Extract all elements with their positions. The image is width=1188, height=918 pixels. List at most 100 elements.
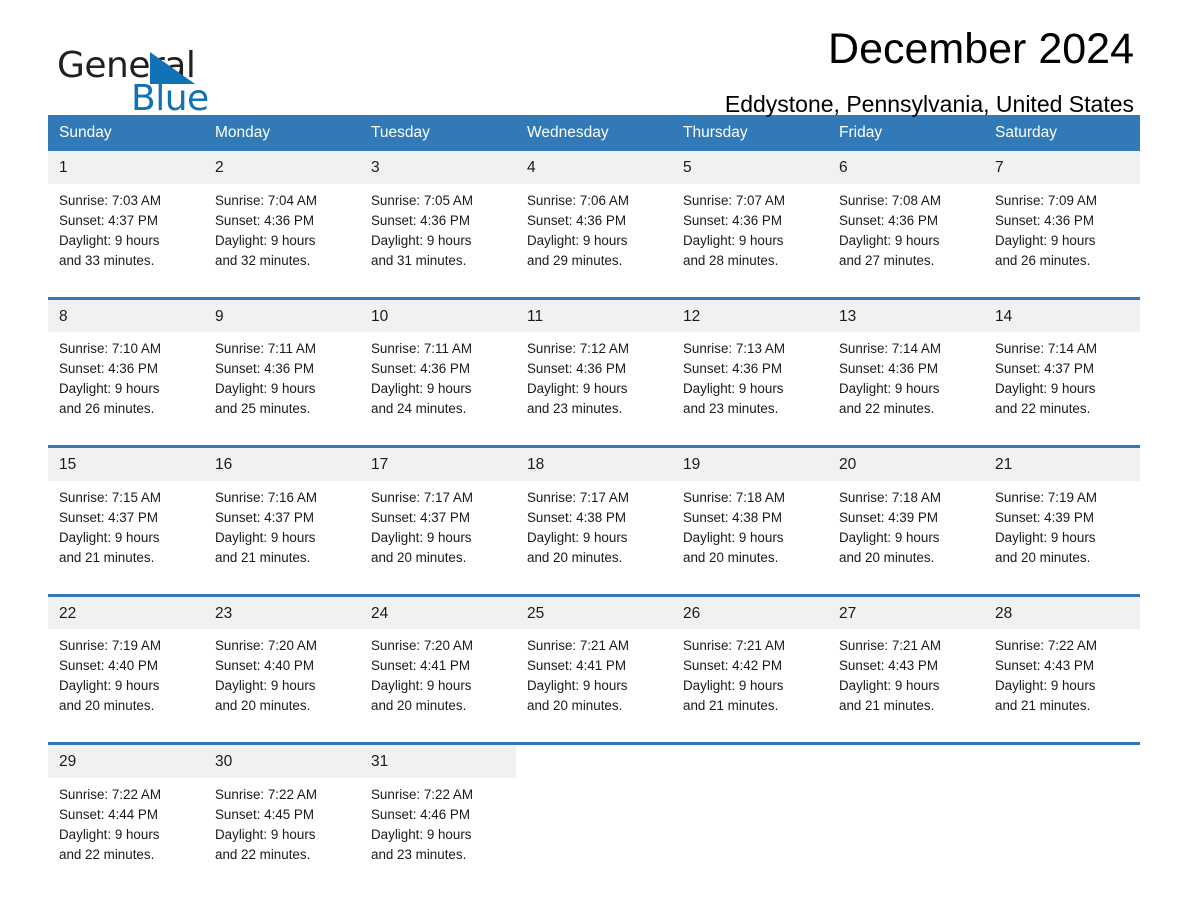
- calendar-week-row: 1 Sunrise: 7:03 AM Sunset: 4:37 PM Daylight…: [48, 151, 1140, 279]
- day-cell[interactable]: 12 Sunrise: 7:13 AM Sunset: 4:36 PM Dayligh…: [672, 299, 828, 427]
- day-sunset-text: Sunset: 4:45 PM: [215, 806, 314, 822]
- day-number: 4: [516, 151, 672, 184]
- day-daylight-line2-text: and 20 minutes.: [995, 549, 1091, 565]
- day-daylight-line2-text: and 20 minutes.: [215, 698, 311, 713]
- day-sunset-text: Sunset: 4:40 PM: [215, 658, 314, 673]
- day-cell[interactable]: 11 Sunrise: 7:12 AM Sunset: 4:36 PM Dayligh…: [516, 299, 672, 427]
- day-sun-info: Sunrise: 7:15 AM Sunset: 4:37 PM Daylight:…: [48, 481, 204, 576]
- week-spacer: [48, 575, 1140, 594]
- day-daylight-line2-text: and 32 minutes.: [215, 252, 311, 268]
- day-number: 30: [204, 745, 360, 778]
- day-cell[interactable]: 29 Sunrise: 7:22 AM Sunset: 4:44 PM Dayligh…: [48, 745, 204, 873]
- day-sun-info: Sunrise: 7:12 AM Sunset: 4:36 PM Daylight:…: [516, 332, 672, 427]
- day-daylight-line1-text: Daylight: 9 hours: [371, 381, 472, 396]
- day-daylight-line2-text: and 21 minutes.: [683, 698, 779, 713]
- day-sun-info: Sunrise: 7:18 AM Sunset: 4:38 PM Daylight:…: [672, 481, 828, 576]
- day-cell[interactable]: 30 Sunrise: 7:22 AM Sunset: 4:45 PM Dayligh…: [204, 745, 360, 873]
- day-cell[interactable]: 27 Sunrise: 7:21 AM Sunset: 4:43 PM Dayligh…: [828, 596, 984, 724]
- day-number: 8: [48, 299, 204, 332]
- day-daylight-line2-text: and 20 minutes.: [371, 698, 467, 713]
- day-cell[interactable]: 17 Sunrise: 7:17 AM Sunset: 4:37 PM Dayligh…: [360, 448, 516, 576]
- day-daylight-line1-text: Daylight: 9 hours: [527, 381, 628, 396]
- day-number: 13: [828, 299, 984, 332]
- weekday-header-wednesday: Wednesday: [527, 124, 609, 141]
- day-cell[interactable]: 16 Sunrise: 7:16 AM Sunset: 4:37 PM Dayligh…: [204, 448, 360, 576]
- day-sun-info: Sunrise: 7:04 AM Sunset: 4:36 PM Daylight:…: [204, 184, 360, 279]
- day-sunrise-text: Sunrise: 7:07 AM: [683, 192, 785, 208]
- day-sunrise-text: Sunrise: 7:11 AM: [371, 341, 472, 356]
- day-cell[interactable]: 28 Sunrise: 7:22 AM Sunset: 4:43 PM Dayligh…: [984, 596, 1140, 724]
- day-cell[interactable]: 1 Sunrise: 7:03 AM Sunset: 4:37 PM Daylight…: [48, 151, 204, 279]
- day-sunrise-text: Sunrise: 7:06 AM: [527, 192, 629, 208]
- day-sunrise-text: Sunrise: 7:17 AM: [371, 489, 473, 505]
- day-daylight-line1-text: Daylight: 9 hours: [371, 529, 472, 545]
- day-daylight-line2-text: and 22 minutes.: [59, 846, 155, 862]
- weekday-header-monday: Monday: [215, 124, 271, 141]
- day-cell[interactable]: 26 Sunrise: 7:21 AM Sunset: 4:42 PM Dayligh…: [672, 596, 828, 724]
- day-cell[interactable]: 21 Sunrise: 7:19 AM Sunset: 4:39 PM Dayligh…: [984, 448, 1140, 576]
- day-sunrise-text: Sunrise: 7:22 AM: [59, 786, 161, 802]
- day-number: 24: [360, 596, 516, 629]
- day-sun-info: Sunrise: 7:03 AM Sunset: 4:37 PM Daylight:…: [48, 184, 204, 279]
- day-daylight-line2-text: and 20 minutes.: [839, 549, 935, 565]
- day-sunset-text: Sunset: 4:38 PM: [527, 509, 626, 525]
- day-cell[interactable]: 5 Sunrise: 7:07 AM Sunset: 4:36 PM Daylight…: [672, 151, 828, 279]
- day-cell[interactable]: 22 Sunrise: 7:19 AM Sunset: 4:40 PM Dayligh…: [48, 596, 204, 724]
- day-sunrise-text: Sunrise: 7:20 AM: [371, 638, 473, 653]
- day-cell[interactable]: 20 Sunrise: 7:18 AM Sunset: 4:39 PM Dayligh…: [828, 448, 984, 576]
- day-cell[interactable]: 14 Sunrise: 7:14 AM Sunset: 4:37 PM Dayligh…: [984, 299, 1140, 427]
- calendar-weeks: 1 Sunrise: 7:03 AM Sunset: 4:37 PM Daylight…: [48, 151, 1140, 873]
- day-daylight-line1-text: Daylight: 9 hours: [59, 678, 160, 693]
- day-number: 12: [672, 299, 828, 332]
- day-cell[interactable]: 2 Sunrise: 7:04 AM Sunset: 4:36 PM Daylight…: [204, 151, 360, 279]
- day-daylight-line2-text: and 24 minutes.: [371, 401, 467, 416]
- day-daylight-line1-text: Daylight: 9 hours: [215, 826, 316, 842]
- weekday-header-tuesday: Tuesday: [371, 124, 430, 141]
- day-cell[interactable]: 3 Sunrise: 7:05 AM Sunset: 4:36 PM Daylight…: [360, 151, 516, 279]
- day-sun-info: Sunrise: 7:16 AM Sunset: 4:37 PM Daylight:…: [204, 481, 360, 576]
- general-blue-logo[interactable]: General Blue: [57, 45, 257, 119]
- logo-text-blue: Blue: [131, 78, 209, 119]
- day-cell[interactable]: 15 Sunrise: 7:15 AM Sunset: 4:37 PM Dayligh…: [48, 448, 204, 576]
- day-daylight-line2-text: and 22 minutes.: [839, 401, 935, 416]
- day-sunrise-text: Sunrise: 7:17 AM: [527, 489, 629, 505]
- day-sunset-text: Sunset: 4:42 PM: [683, 658, 782, 673]
- day-sunset-text: Sunset: 4:39 PM: [839, 509, 938, 525]
- day-cell[interactable]: 4 Sunrise: 7:06 AM Sunset: 4:36 PM Daylight…: [516, 151, 672, 279]
- day-sunrise-text: Sunrise: 7:03 AM: [59, 192, 161, 208]
- day-cell[interactable]: 31 Sunrise: 7:22 AM Sunset: 4:46 PM Dayligh…: [360, 745, 516, 873]
- day-sunset-text: Sunset: 4:37 PM: [59, 509, 158, 525]
- day-sunrise-text: Sunrise: 7:22 AM: [995, 638, 1097, 653]
- day-cell[interactable]: 25 Sunrise: 7:21 AM Sunset: 4:41 PM Dayligh…: [516, 596, 672, 724]
- day-sunset-text: Sunset: 4:37 PM: [215, 509, 314, 525]
- day-cell[interactable]: 6 Sunrise: 7:08 AM Sunset: 4:36 PM Daylight…: [828, 151, 984, 279]
- day-cell[interactable]: 8 Sunrise: 7:10 AM Sunset: 4:36 PM Daylight…: [48, 299, 204, 427]
- day-sunrise-text: Sunrise: 7:21 AM: [527, 638, 629, 653]
- day-sunset-text: Sunset: 4:46 PM: [371, 806, 470, 822]
- day-cell[interactable]: 13 Sunrise: 7:14 AM Sunset: 4:36 PM Dayligh…: [828, 299, 984, 427]
- day-sunrise-text: Sunrise: 7:15 AM: [59, 489, 161, 505]
- day-cell[interactable]: 18 Sunrise: 7:17 AM Sunset: 4:38 PM Dayligh…: [516, 448, 672, 576]
- page-header: General Blue December 2024 Eddystone, Pe…: [48, 0, 1140, 120]
- day-daylight-line2-text: and 33 minutes.: [59, 252, 155, 268]
- day-daylight-line1-text: Daylight: 9 hours: [683, 678, 784, 693]
- day-sunset-text: Sunset: 4:44 PM: [59, 806, 158, 822]
- calendar-week-row: 29 Sunrise: 7:22 AM Sunset: 4:44 PM Dayligh…: [48, 742, 1140, 873]
- day-cell-empty: [672, 745, 828, 873]
- day-cell[interactable]: 19 Sunrise: 7:18 AM Sunset: 4:38 PM Dayligh…: [672, 448, 828, 576]
- day-daylight-line1-text: Daylight: 9 hours: [371, 232, 472, 248]
- day-sunrise-text: Sunrise: 7:14 AM: [995, 341, 1097, 356]
- day-daylight-line2-text: and 27 minutes.: [839, 252, 935, 268]
- day-number: 6: [828, 151, 984, 184]
- day-cell[interactable]: 9 Sunrise: 7:11 AM Sunset: 4:36 PM Daylight…: [204, 299, 360, 427]
- day-sunset-text: Sunset: 4:36 PM: [59, 361, 158, 376]
- day-number: [672, 745, 828, 778]
- day-sunset-text: Sunset: 4:36 PM: [371, 361, 470, 376]
- day-cell[interactable]: 24 Sunrise: 7:20 AM Sunset: 4:41 PM Dayligh…: [360, 596, 516, 724]
- day-sunset-text: Sunset: 4:36 PM: [527, 212, 626, 228]
- day-sun-info: Sunrise: 7:19 AM Sunset: 4:39 PM Daylight:…: [984, 481, 1140, 576]
- day-cell[interactable]: 7 Sunrise: 7:09 AM Sunset: 4:36 PM Daylight…: [984, 151, 1140, 279]
- day-cell[interactable]: 23 Sunrise: 7:20 AM Sunset: 4:40 PM Dayligh…: [204, 596, 360, 724]
- day-cell[interactable]: 10 Sunrise: 7:11 AM Sunset: 4:36 PM Dayligh…: [360, 299, 516, 427]
- day-sunset-text: Sunset: 4:41 PM: [527, 658, 626, 673]
